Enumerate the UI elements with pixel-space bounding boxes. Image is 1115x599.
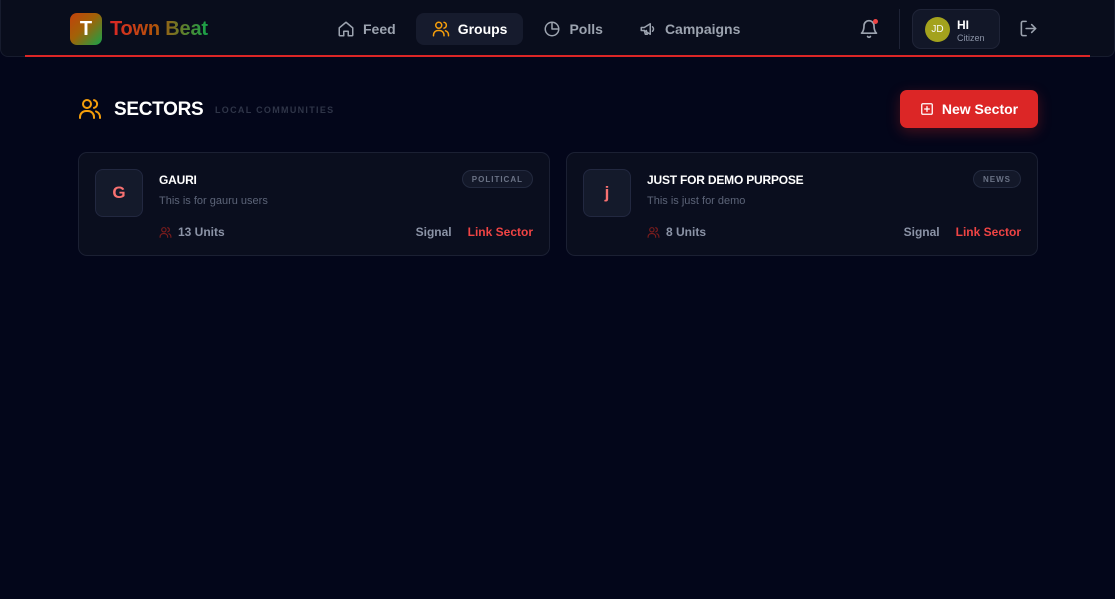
- notification-dot: [873, 19, 878, 24]
- sector-name: JUST FOR DEMO PURPOSE: [647, 173, 804, 187]
- users-icon: [432, 21, 449, 37]
- sector-description: This is for gauru users: [159, 195, 268, 207]
- nav-item-label: Groups: [457, 21, 508, 37]
- sector-units: 8 Units: [647, 225, 706, 239]
- nav-item-label: Campaigns: [664, 21, 741, 37]
- signal-button[interactable]: Signal: [416, 225, 452, 239]
- app-name: Town Beat: [110, 17, 208, 40]
- sector-tag-badge: NEWS: [973, 170, 1021, 188]
- main-nav: Feed Groups Polls Campaigns: [321, 13, 756, 45]
- link-sector-button[interactable]: Link Sector: [468, 225, 533, 239]
- nav-item-polls[interactable]: Polls: [527, 13, 618, 45]
- user-role: Citizen: [957, 33, 985, 43]
- sector-card[interactable]: G GAURI This is for gauru users POLITICA…: [78, 152, 550, 256]
- signal-button[interactable]: Signal: [904, 225, 940, 239]
- nav-item-feed[interactable]: Feed: [321, 13, 412, 45]
- page-title: SECTORS: [114, 99, 204, 120]
- nav-item-campaigns[interactable]: Campaigns: [623, 13, 756, 45]
- sector-name: GAURI: [159, 173, 197, 187]
- sector-description: This is just for demo: [647, 195, 746, 207]
- megaphone-icon: [640, 23, 655, 35]
- sector-units-label: 13 Units: [178, 225, 225, 239]
- logo-badge: T: [70, 13, 102, 45]
- new-sector-button[interactable]: New Sector: [900, 90, 1038, 128]
- new-sector-label: New Sector: [941, 101, 1019, 117]
- users-icon: [647, 226, 660, 238]
- page-subtitle: LOCAL COMMUNITIES: [215, 105, 335, 115]
- nav-item-label: Feed: [363, 21, 396, 37]
- nav-item-label: Polls: [569, 21, 603, 37]
- link-sector-button[interactable]: Link Sector: [956, 225, 1021, 239]
- header-accent-line: [25, 55, 1090, 57]
- sector-actions: Signal Link Sector: [416, 225, 533, 239]
- sector-units: 13 Units: [159, 225, 225, 239]
- logout-icon[interactable]: [1019, 19, 1038, 38]
- pie-chart-icon: [544, 21, 560, 37]
- sector-units-label: 8 Units: [666, 225, 707, 239]
- users-icon: [79, 99, 101, 119]
- sector-avatar: G: [95, 169, 143, 217]
- sector-avatar: j: [583, 169, 631, 217]
- user-menu[interactable]: JD HI Citizen: [912, 9, 1000, 49]
- plus-square-icon: [920, 103, 933, 115]
- users-icon: [159, 226, 172, 238]
- home-icon: [338, 21, 354, 37]
- sector-card[interactable]: j JUST FOR DEMO PURPOSE This is just for…: [566, 152, 1038, 256]
- nav-item-groups[interactable]: Groups: [415, 13, 524, 45]
- header-divider: [899, 9, 900, 49]
- avatar: JD: [925, 17, 950, 42]
- sector-tag-badge: POLITICAL: [461, 170, 533, 188]
- sector-actions: Signal Link Sector: [904, 225, 1021, 239]
- user-greeting: HI: [957, 18, 969, 32]
- app-logo[interactable]: T Town Beat: [70, 13, 208, 45]
